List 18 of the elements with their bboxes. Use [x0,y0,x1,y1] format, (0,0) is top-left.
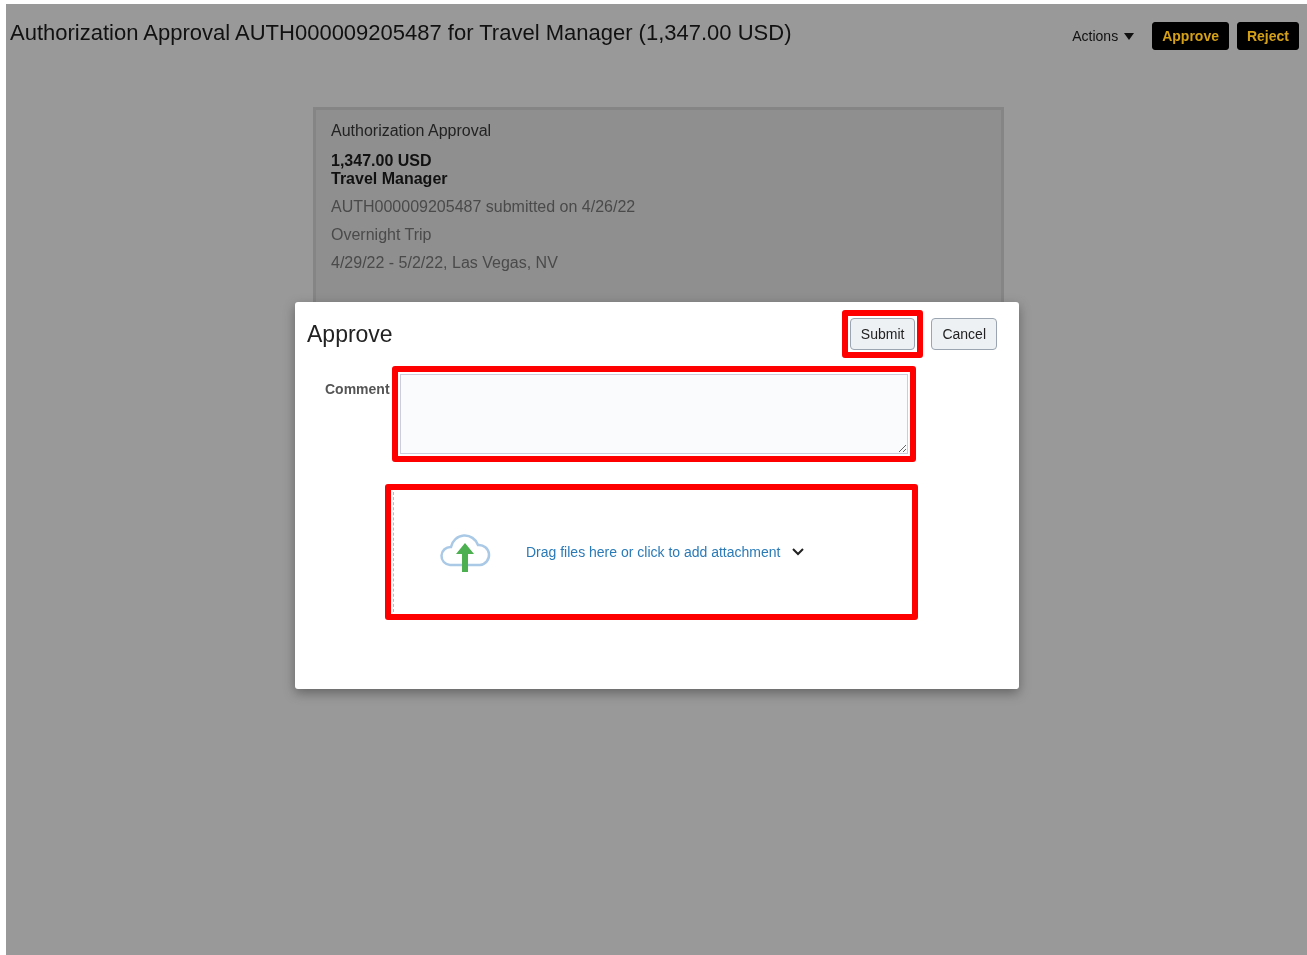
approve-button[interactable]: Approve [1152,22,1229,50]
add-attachment-link[interactable]: Drag files here or click to add attachment [526,544,781,560]
caret-icon [1124,32,1135,40]
cancel-button[interactable]: Cancel [931,318,997,350]
requester-name: Travel Manager [331,170,449,188]
reject-button[interactable]: Reject [1236,22,1299,50]
chevron-icon[interactable] [792,548,805,556]
submit-button[interactable]: Submit [849,318,916,350]
dialog-title: Approve [307,320,393,348]
detail-text: 4/29/22 - 5/2/22, Las Vegas, NV [331,254,559,272]
comment-field[interactable] [399,374,908,454]
card-title: Authorization Approval [331,122,493,140]
amount-text: 1,347.00 USD [331,152,433,170]
page-title: Authorization Approval AUTH000009205487 for Travel Manager (1,347.00 USD) [10,20,793,46]
detail-text: Overnight Trip [331,226,433,244]
actions-menu[interactable]: Actions [1072,28,1135,44]
detail-text: AUTH000009205487 submitted on 4/26/22 [331,198,637,216]
comment-label: Comment [325,381,390,397]
